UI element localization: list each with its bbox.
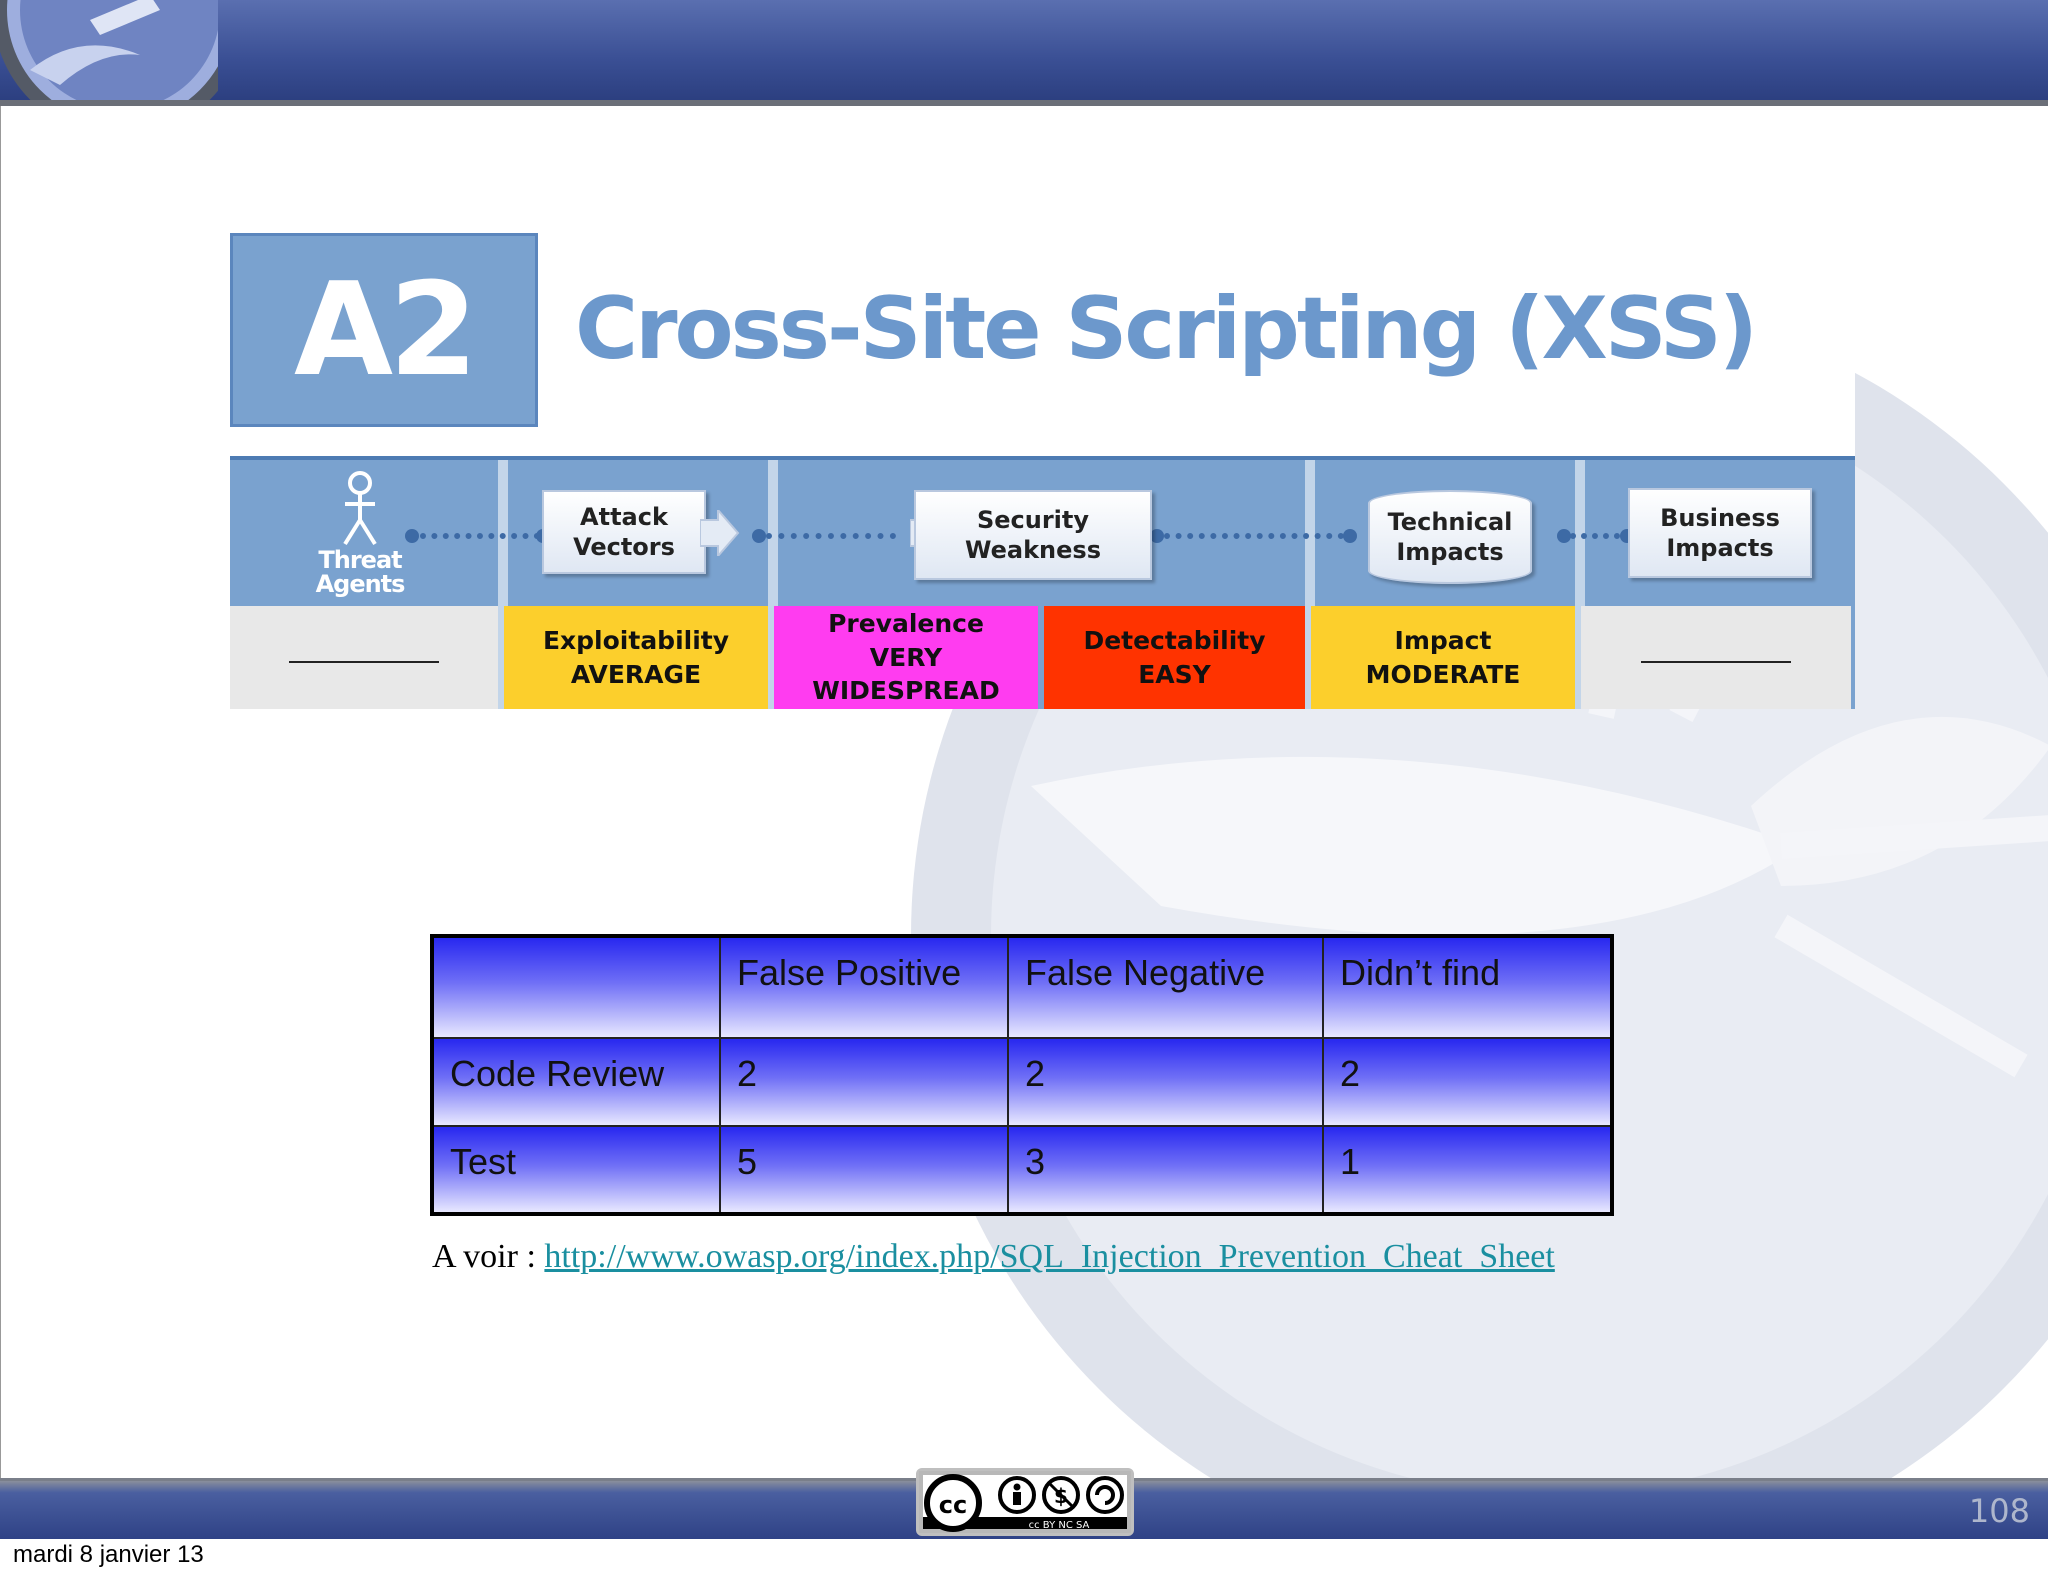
rating-value: MODERATE bbox=[1365, 659, 1521, 689]
table-header-cell: Didn’t find bbox=[1322, 935, 1613, 1039]
technical-impacts-node: Technical Impacts bbox=[1368, 490, 1532, 584]
rating-label: Impact bbox=[1394, 625, 1492, 655]
risk-id: A2 bbox=[293, 255, 478, 405]
risk-graphic: A2 Cross-Site Scripting (XSS) Threat Age… bbox=[230, 233, 1855, 709]
sharealike-icon bbox=[1086, 1476, 1124, 1514]
rating-cell: Impact MODERATE bbox=[1311, 606, 1575, 709]
business-impacts-node: Business Impacts bbox=[1628, 488, 1812, 578]
page-number: 108 bbox=[1968, 1492, 2030, 1530]
table-row: Test 5 3 1 bbox=[431, 1125, 1613, 1215]
svg-text:cc: cc bbox=[939, 1491, 967, 1519]
connector-dot bbox=[1150, 529, 1164, 543]
table-header-row: False Positive False Negative Didn’t fin… bbox=[431, 935, 1613, 1039]
rating-cell bbox=[230, 606, 498, 709]
table-cell: 2 bbox=[719, 1037, 1009, 1127]
connector-line bbox=[1164, 533, 1344, 539]
creative-commons-badge[interactable]: cc $ cc BY NC SA bbox=[916, 1468, 1134, 1536]
risk-id-box: A2 bbox=[230, 233, 538, 427]
connector-dot bbox=[1343, 529, 1357, 543]
attack-vectors-node: Attack Vectors bbox=[542, 490, 706, 574]
table-cell: 1 bbox=[1322, 1125, 1613, 1215]
reference-link[interactable]: http://www.owasp.org/index.php/SQL_Injec… bbox=[544, 1238, 1554, 1275]
connector-line bbox=[420, 533, 540, 539]
table-row: Code Review 2 2 2 bbox=[431, 1037, 1613, 1127]
table-cell: 5 bbox=[719, 1125, 1009, 1215]
table-cell: 2 bbox=[1007, 1037, 1324, 1127]
rating-cell: Prevalence VERY WIDESPREAD bbox=[774, 606, 1038, 709]
table-cell: 2 bbox=[1322, 1037, 1613, 1127]
risk-flow-band: Threat Agents Attack Vectors Security We… bbox=[230, 456, 1855, 709]
connector-dot bbox=[405, 529, 419, 543]
top-bar bbox=[0, 0, 2048, 106]
rating-value: AVERAGE bbox=[570, 659, 702, 689]
threat-agents-label: Threat Agents bbox=[315, 546, 406, 598]
table-header-cell: False Positive bbox=[719, 935, 1009, 1039]
table-cell: 3 bbox=[1007, 1125, 1324, 1215]
table-header-cell bbox=[431, 935, 721, 1039]
owasp-logo bbox=[0, 0, 218, 100]
table-header-cell: False Negative bbox=[1007, 935, 1324, 1039]
reference-line: A voir : http://www.owasp.org/index.php/… bbox=[432, 1238, 1555, 1276]
results-table: False Positive False Negative Didn’t fin… bbox=[430, 934, 1614, 1216]
rating-cell: Detectability EASY bbox=[1044, 606, 1305, 709]
rating-cell bbox=[1581, 606, 1851, 709]
connector-dot bbox=[1557, 529, 1571, 543]
rating-value: EASY bbox=[1138, 659, 1211, 689]
threat-agent-icon bbox=[343, 471, 377, 546]
risk-title: Cross-Site Scripting (XSS) bbox=[575, 279, 1758, 379]
connector-dot bbox=[752, 529, 766, 543]
rating-label: Detectability bbox=[1083, 625, 1266, 655]
rating-label: Prevalence bbox=[828, 608, 984, 638]
footer-date: mardi 8 janvier 13 bbox=[13, 1541, 204, 1568]
empty-rating-line bbox=[289, 660, 439, 663]
arrow-right-icon bbox=[700, 510, 740, 556]
security-weakness-node: Security Weakness bbox=[914, 490, 1152, 580]
table-cell: Code Review bbox=[431, 1037, 721, 1127]
connector-line bbox=[1570, 533, 1620, 539]
license-label: cc BY NC SA bbox=[1029, 1520, 1090, 1531]
rating-value: VERY WIDESPREAD bbox=[812, 642, 1000, 706]
table-cell: Test bbox=[431, 1125, 721, 1215]
rating-label: Exploitability bbox=[542, 625, 730, 655]
empty-rating-line bbox=[1641, 660, 1791, 663]
reference-prefix: A voir : bbox=[432, 1238, 545, 1275]
rating-cell: Exploitability AVERAGE bbox=[504, 606, 768, 709]
connector-line bbox=[766, 533, 896, 539]
